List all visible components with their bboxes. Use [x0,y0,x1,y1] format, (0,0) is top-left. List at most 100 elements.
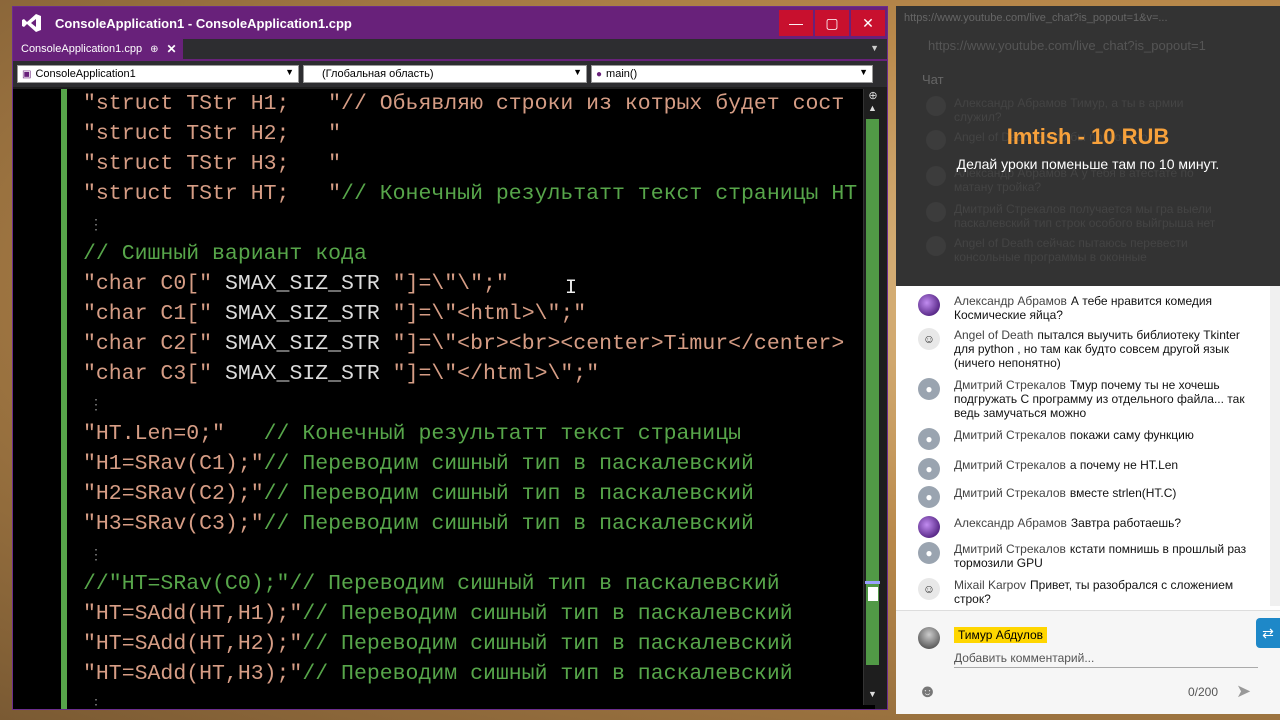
code-line[interactable]: "struct TStr H2; " [83,119,875,149]
avatar[interactable]: ● [918,378,940,400]
code-token: // Переводим сишный тип в паскалевский [302,602,793,626]
avatar[interactable] [918,294,940,316]
title-bar: ConsoleApplication1 - ConsoleApplication… [13,7,887,39]
code-line[interactable]: // Сишный вариант кода [83,239,875,269]
chat-message[interactable]: ● Дмитрий Стрекалов покажи саму функцию [918,428,1258,450]
tab-list-dropdown-icon[interactable]: ▼ [870,43,879,53]
message-author[interactable]: Mixail Karpov [954,578,1026,592]
code-line[interactable]: "HT=SAdd(HT,H3);"// Переводим сишный тип… [83,659,875,689]
message-author[interactable]: Дмитрий Стрекалов [954,542,1066,556]
code-line[interactable]: "HT.Len=0;" // Конечный результатт текст… [83,419,875,449]
navigation-bar: ▣ ConsoleApplication1 ▼ (Глобальная обла… [13,61,887,87]
avatar[interactable]: ● [918,486,940,508]
avatar[interactable]: ● [918,542,940,564]
code-line[interactable]: "char C3[" SMAX_SIZ_STR "]=\"</html>\";" [83,359,875,389]
code-token: "char C3[" [83,362,225,386]
chat-message[interactable]: ● Дмитрий Стрекалов кстати помнишь в прошл… [918,542,1258,570]
ibeam-cursor-icon: I [565,277,578,300]
input-underline [954,667,1258,668]
message-body: Александр Абрамов А тебе нравится комедия… [918,294,1258,322]
chat-message[interactable]: ● Дмитрий Стрекалов Тмур почему ты не хоче… [918,378,1258,420]
tab-close-icon[interactable]: ✕ [166,42,176,56]
code-token: //"HT=SRav(C0);"// Переводим сишный тип … [83,572,780,596]
vertical-scrollbar[interactable]: ⊕ ▲ ▼ [863,89,881,705]
chat-message[interactable]: ☺ Mixail Karpov Привет, ты разобрался с сл… [918,578,1258,606]
scroll-down-icon[interactable]: ▼ [864,689,881,703]
code-line[interactable]: "H3=SRav(C3);"// Переводим сишный тип в … [83,509,875,539]
code-token: // Конечный результатт текст страницы HT [341,182,858,206]
code-line[interactable]: "H1=SRav(C1);"// Переводим сишный тип в … [83,449,875,479]
minimize-button[interactable]: — [779,10,813,36]
avatar[interactable]: ☺ [918,328,940,350]
message-author[interactable]: Дмитрий Стрекалов [954,428,1066,442]
code-text[interactable]: "struct TStr H1; "// Обьявляю строки из … [83,89,875,709]
donation-message: Делай уроки поменьше там по 10 минут. [956,156,1220,172]
message-author[interactable]: Александр Абрамов [954,294,1067,308]
scope-label: (Глобальная область) [322,68,434,80]
faded-message-text: Angel of Death сейчас пытаюсь перевести … [954,236,1188,264]
message-author[interactable]: Дмитрий Стрекалов [954,486,1066,500]
chat-message-list[interactable]: Александр Абрамов А тебе нравится комедия… [896,286,1280,606]
code-token: "HT.Len=0;" [83,422,264,446]
message-body: Дмитрий Стрекалов покажи саму функцию [918,428,1258,442]
code-line[interactable]: ⋮ [83,689,875,709]
member-dropdown[interactable]: ● main() ▼ [591,65,873,83]
message-author[interactable]: Дмитрий Стрекалов [954,458,1066,472]
faded-chat-message: Дмитрий Стрекалов получается мы гра выел… [926,202,1226,230]
code-editor[interactable]: "struct TStr H1; "// Обьявляю строки из … [13,89,875,709]
faded-message-text: Александр Абрамов Тимур, а ты в армии сл… [954,96,1184,124]
window-title: ConsoleApplication1 - ConsoleApplication… [55,15,352,31]
message-text: покажи саму функцию [1069,428,1194,442]
chat-message[interactable]: ☺ Angel of Death пытался выучить библиотек… [918,328,1258,370]
code-line[interactable]: ⋮ [83,209,875,239]
message-body: Дмитрий Стрекалов кстати помнишь в прошлы… [918,542,1258,570]
avatar[interactable]: ☺ [918,578,940,600]
avatar[interactable]: ● [918,458,940,480]
chat-scrollbar[interactable] [1270,286,1280,606]
message-text: Завтра работаешь? [1070,516,1182,530]
emoji-icon[interactable]: ☻ [918,681,937,702]
code-line[interactable]: "char C1[" SMAX_SIZ_STR "]=\"<html>\";" [83,299,875,329]
code-line[interactable]: ⋮ [83,539,875,569]
code-line[interactable]: "H2=SRav(C2);"// Переводим сишный тип в … [83,479,875,509]
split-icon[interactable]: ⊕ [866,89,880,102]
code-line[interactable]: "struct TStr HT; "// Конечный результатт… [83,179,875,209]
avatar[interactable]: ● [918,428,940,450]
code-line[interactable]: "HT=SAdd(HT,H1);"// Переводим сишный тип… [83,599,875,629]
code-line[interactable]: //"HT=SRav(C0);"// Переводим сишный тип … [83,569,875,599]
code-token: "struct TStr H2; " [83,122,342,146]
maximize-button[interactable]: ▢ [815,10,849,36]
close-button[interactable]: ✕ [851,10,885,36]
code-line[interactable]: "HT=SAdd(HT,H2);"// Переводим сишный тип… [83,629,875,659]
code-line[interactable]: "struct TStr H3; " [83,149,875,179]
chat-message[interactable]: ● Дмитрий Стрекалов вместе strlen(HT.C) [918,486,1258,508]
code-line[interactable]: "struct TStr H1; "// Обьявляю строки из … [83,89,875,119]
donation-alert: Imtish - 10 RUB Делай уроки поменьше там… [896,124,1280,172]
teamviewer-icon[interactable]: ⇄ [1256,618,1280,648]
function-icon: ● [596,68,603,80]
code-line[interactable]: ⋮ [83,389,875,419]
chat-message[interactable]: ● Дмитрий Стрекалов а почему не HT.Len [918,458,1258,480]
code-line[interactable]: "char C2[" SMAX_SIZ_STR "]=\"<br><br><ce… [83,329,875,359]
comment-input[interactable]: Добавить комментарий... [954,651,1094,665]
code-line[interactable]: "char C0[" SMAX_SIZ_STR "]=\"\";" [83,269,875,299]
code-token: // Переводим сишный тип в паскалевский [263,482,754,506]
message-author[interactable]: Александр Абрамов [954,516,1067,530]
message-author[interactable]: Дмитрий Стрекалов [954,378,1066,392]
chevron-down-icon: ▼ [285,67,294,77]
message-body: Дмитрий Стрекалов Тмур почему ты не хочеш… [918,378,1258,420]
tab-consoleapplication1-cpp[interactable]: ConsoleApplication1.cpp ⊕ ✕ [13,39,183,59]
scroll-up-icon[interactable]: ▲ [864,103,881,117]
chat-message[interactable]: Александр Абрамов А тебе нравится комедия… [918,294,1258,322]
message-author[interactable]: Angel of Death [954,328,1033,342]
scope-dropdown[interactable]: (Глобальная область) ▼ [303,65,587,83]
pin-icon[interactable]: ⊕ [150,44,158,55]
scroll-thumb[interactable] [868,587,878,601]
chat-message[interactable]: Александр Абрамов Завтра работаешь? [918,516,1258,538]
member-label: main() [606,68,638,80]
avatar[interactable] [918,516,940,538]
address-bar[interactable]: https://www.youtube.com/live_chat?is_pop… [928,38,1206,53]
send-icon[interactable]: ➤ [1236,681,1251,702]
code-token: "]=\"</html>\";" [379,362,600,386]
project-dropdown[interactable]: ▣ ConsoleApplication1 ▼ [17,65,299,83]
